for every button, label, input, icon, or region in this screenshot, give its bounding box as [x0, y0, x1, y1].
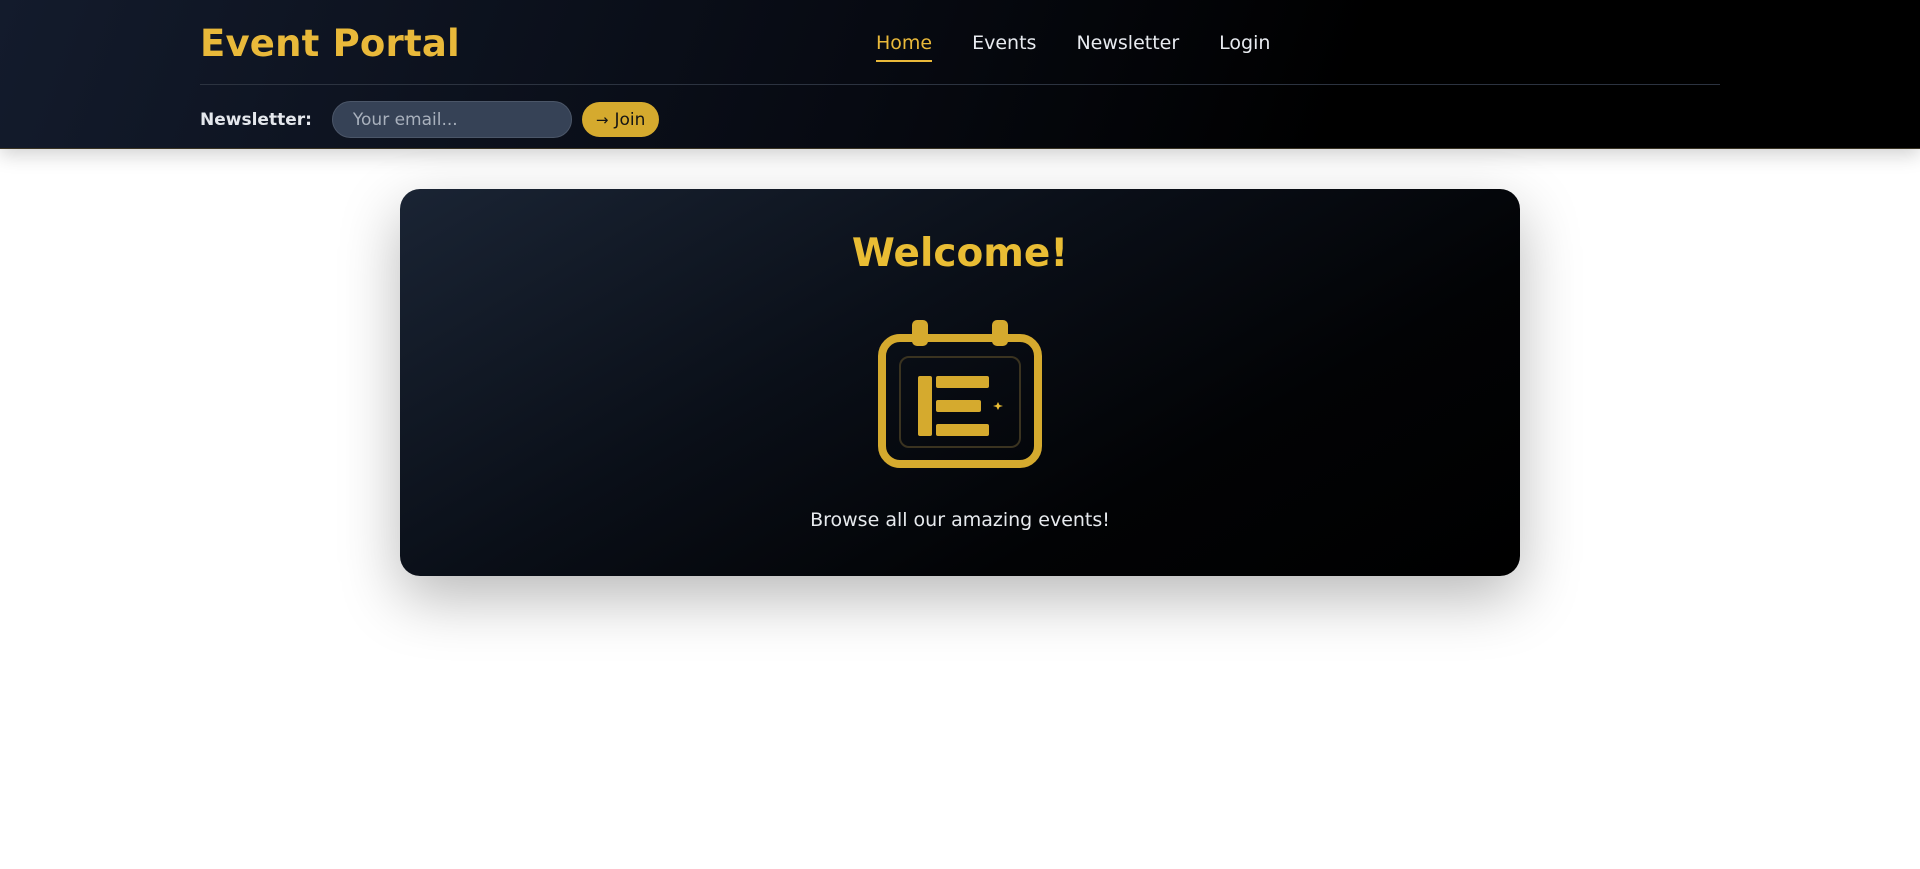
nav-newsletter[interactable]: Newsletter — [1076, 30, 1179, 62]
welcome-card: Welcome! Browse all our amazing events! — [400, 189, 1520, 576]
join-button[interactable]: → Join — [581, 102, 660, 137]
newsletter-form: Newsletter: → Join — [200, 101, 660, 138]
header-divider — [200, 84, 1720, 85]
arrow-right-icon: → — [595, 110, 609, 129]
newsletter-email-input[interactable] — [331, 101, 572, 138]
main-nav: Home Events Newsletter Login — [876, 30, 1270, 62]
nav-home[interactable]: Home — [876, 30, 933, 62]
join-button-label: Join — [614, 109, 646, 130]
nav-events[interactable]: Events — [972, 30, 1036, 62]
nav-login[interactable]: Login — [1219, 30, 1270, 62]
top-header: Event Portal Home Events Newsletter Logi… — [0, 0, 1920, 149]
welcome-title: Welcome! — [851, 231, 1069, 276]
welcome-subtext: Browse all our amazing events! — [810, 509, 1110, 531]
brand-logo[interactable]: Event Portal — [200, 22, 460, 65]
calendar-event-icon — [878, 320, 1042, 468]
newsletter-label: Newsletter: — [200, 109, 312, 130]
